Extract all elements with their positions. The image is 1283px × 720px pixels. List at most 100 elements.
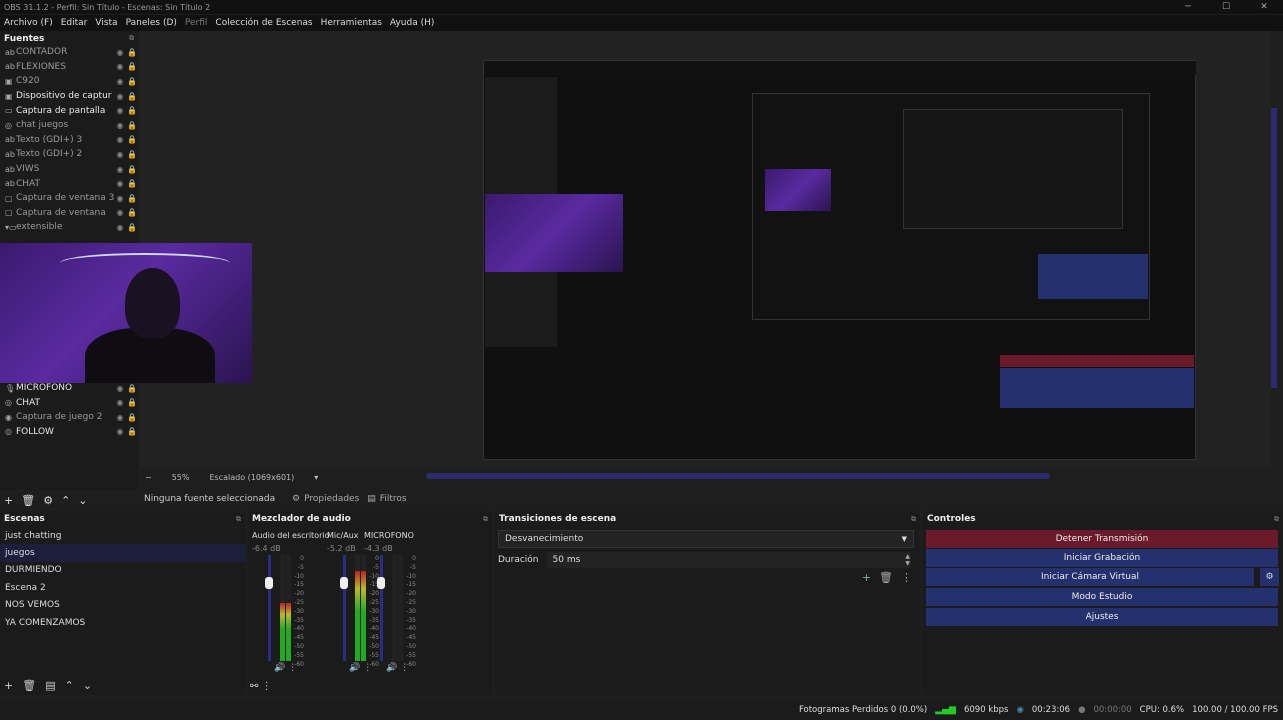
- gear-icon[interactable]: ⚙: [43, 494, 53, 507]
- menu-editar[interactable]: Editar: [61, 18, 88, 28]
- lock-icon[interactable]: 🔒: [126, 194, 138, 203]
- volume-slider[interactable]: [380, 555, 383, 661]
- settings-button[interactable]: Ajustes: [926, 608, 1278, 626]
- eye-icon[interactable]: ◉: [114, 427, 126, 436]
- undock-icon[interactable]: ⧉: [483, 515, 488, 524]
- add-icon[interactable]: +: [4, 679, 13, 692]
- gear-icon[interactable]: ⚙: [1259, 568, 1279, 586]
- source-item[interactable]: ◎ FOLLOW ◉ 🔒: [0, 425, 138, 440]
- menu-dots-icon[interactable]: ⋮: [400, 663, 409, 673]
- trash-icon[interactable]: 🗑: [22, 679, 36, 692]
- eye-icon[interactable]: ◉: [114, 413, 126, 422]
- eye-icon[interactable]: ◉: [114, 398, 126, 407]
- menu-coleccion[interactable]: Colección de Escenas: [215, 18, 312, 28]
- vertical-scrollbar[interactable]: [1271, 108, 1277, 388]
- source-item[interactable]: ▣ Dispositivo de captur ◉ 🔒: [0, 89, 138, 104]
- source-item[interactable]: ▾▭ extensible ◉ 🔒: [0, 220, 138, 235]
- lock-icon[interactable]: 🔒: [126, 121, 138, 130]
- volume-knob[interactable]: [377, 577, 385, 589]
- eye-icon[interactable]: ◉: [114, 150, 126, 159]
- properties-button[interactable]: ⚙ Propiedades: [292, 494, 359, 504]
- lock-icon[interactable]: 🔒: [126, 427, 138, 436]
- zoom-out-icon[interactable]: −: [145, 473, 152, 482]
- lock-icon[interactable]: 🔒: [126, 384, 138, 393]
- source-item[interactable]: ab Texto (GDI+) 2 ◉ 🔒: [0, 147, 138, 162]
- maximize-icon[interactable]: ☐: [1207, 0, 1245, 14]
- lock-icon[interactable]: 🔒: [126, 92, 138, 101]
- filters-button[interactable]: ▤ Filtros: [367, 494, 406, 504]
- trash-icon[interactable]: 🗑: [21, 494, 35, 507]
- studio-mode-button[interactable]: Modo Estudio: [926, 588, 1278, 606]
- minimize-icon[interactable]: ─: [1169, 0, 1207, 14]
- undock-icon[interactable]: ⧉: [236, 515, 241, 524]
- scene-item[interactable]: DURMIENDO: [0, 562, 245, 579]
- start-recording-button[interactable]: Iniciar Grabación: [926, 549, 1278, 567]
- webcam-overlay[interactable]: [0, 243, 252, 383]
- eye-icon[interactable]: ◉: [114, 194, 126, 203]
- move-down-icon[interactable]: ⌄: [83, 679, 92, 692]
- source-item[interactable]: ▭ Captura de pantalla ◉ 🔒: [0, 103, 138, 118]
- move-down-icon[interactable]: ⌄: [78, 494, 87, 507]
- volume-knob[interactable]: [340, 577, 348, 589]
- speaker-icon[interactable]: 🔊: [274, 663, 285, 673]
- move-up-icon[interactable]: ⌃: [65, 679, 74, 692]
- lock-icon[interactable]: 🔒: [126, 413, 138, 422]
- scene-item[interactable]: YA COMENZAMOS: [0, 614, 245, 631]
- menu-dots-icon[interactable]: ⋮: [363, 663, 372, 673]
- menu-ayuda[interactable]: Ayuda (H): [390, 18, 434, 28]
- volume-slider[interactable]: [268, 555, 271, 661]
- undock-icon[interactable]: ⧉: [911, 515, 916, 524]
- source-item[interactable]: ▢ Captura de ventana ◉ 🔒: [0, 206, 138, 221]
- source-item[interactable]: ◎ CHAT ◉ 🔒: [0, 395, 138, 410]
- source-item[interactable]: ab CHAT ◉ 🔒: [0, 176, 138, 191]
- menu-dots-icon[interactable]: ⋮: [262, 681, 272, 692]
- volume-slider[interactable]: [343, 555, 346, 661]
- menu-perfil[interactable]: Perfil: [185, 18, 208, 28]
- menu-paneles[interactable]: Paneles (D): [126, 18, 177, 28]
- eye-icon[interactable]: ◉: [114, 62, 126, 71]
- move-up-icon[interactable]: ⌃: [61, 494, 70, 507]
- lock-icon[interactable]: 🔒: [126, 48, 138, 57]
- eye-icon[interactable]: ◉: [114, 208, 126, 217]
- lock-icon[interactable]: 🔒: [126, 208, 138, 217]
- eye-icon[interactable]: ◉: [114, 121, 126, 130]
- eye-icon[interactable]: ◉: [114, 223, 126, 232]
- source-item[interactable]: ab Texto (GDI+) 3 ◉ 🔒: [0, 133, 138, 148]
- eye-icon[interactable]: ◉: [114, 77, 126, 86]
- eye-icon[interactable]: ◉: [114, 384, 126, 393]
- lock-icon[interactable]: 🔒: [126, 223, 138, 232]
- transition-select[interactable]: Desvanecimiento ▼: [498, 530, 914, 548]
- eye-icon[interactable]: ◉: [114, 165, 126, 174]
- source-item[interactable]: ◉ Captura de juego 2 ◉ 🔒: [0, 410, 138, 425]
- menu-dots-icon[interactable]: ⋮: [288, 663, 297, 673]
- link-icon[interactable]: ⚯: [250, 681, 258, 692]
- lock-icon[interactable]: 🔒: [126, 179, 138, 188]
- add-icon[interactable]: +: [4, 494, 13, 507]
- close-icon[interactable]: ✕: [1245, 0, 1283, 14]
- add-icon[interactable]: +: [862, 571, 871, 584]
- chevron-down-icon[interactable]: ▾: [314, 473, 318, 482]
- eye-icon[interactable]: ◉: [114, 106, 126, 115]
- menu-dots-icon[interactable]: ⋮: [901, 571, 912, 584]
- menu-archivo[interactable]: Archivo (F): [4, 18, 53, 28]
- virtual-cam-button[interactable]: Iniciar Cámara Virtual: [926, 568, 1254, 586]
- source-item[interactable]: ab FLEXIONES ◉ 🔒: [0, 60, 138, 75]
- menu-vista[interactable]: Vista: [95, 18, 117, 28]
- eye-icon[interactable]: ◉: [114, 48, 126, 57]
- scene-item[interactable]: juegos: [0, 544, 245, 562]
- filter-icon[interactable]: ▤: [45, 679, 55, 692]
- eye-icon[interactable]: ◉: [114, 135, 126, 144]
- lock-icon[interactable]: 🔒: [126, 77, 138, 86]
- duration-input[interactable]: 50 ms: [546, 552, 911, 568]
- lock-icon[interactable]: 🔒: [126, 150, 138, 159]
- undock-icon[interactable]: ⧉: [1274, 515, 1279, 524]
- source-item[interactable]: ab CONTADOR ◉ 🔒: [0, 45, 138, 60]
- lock-icon[interactable]: 🔒: [126, 106, 138, 115]
- volume-knob[interactable]: [265, 577, 273, 589]
- source-item[interactable]: ◎ chat juegos ◉ 🔒: [0, 118, 138, 133]
- speaker-icon[interactable]: 🔊: [386, 663, 397, 673]
- eye-icon[interactable]: ◉: [114, 92, 126, 101]
- lock-icon[interactable]: 🔒: [126, 62, 138, 71]
- stop-stream-button[interactable]: Detener Transmisión: [926, 530, 1278, 548]
- speaker-icon[interactable]: 🔊: [349, 663, 360, 673]
